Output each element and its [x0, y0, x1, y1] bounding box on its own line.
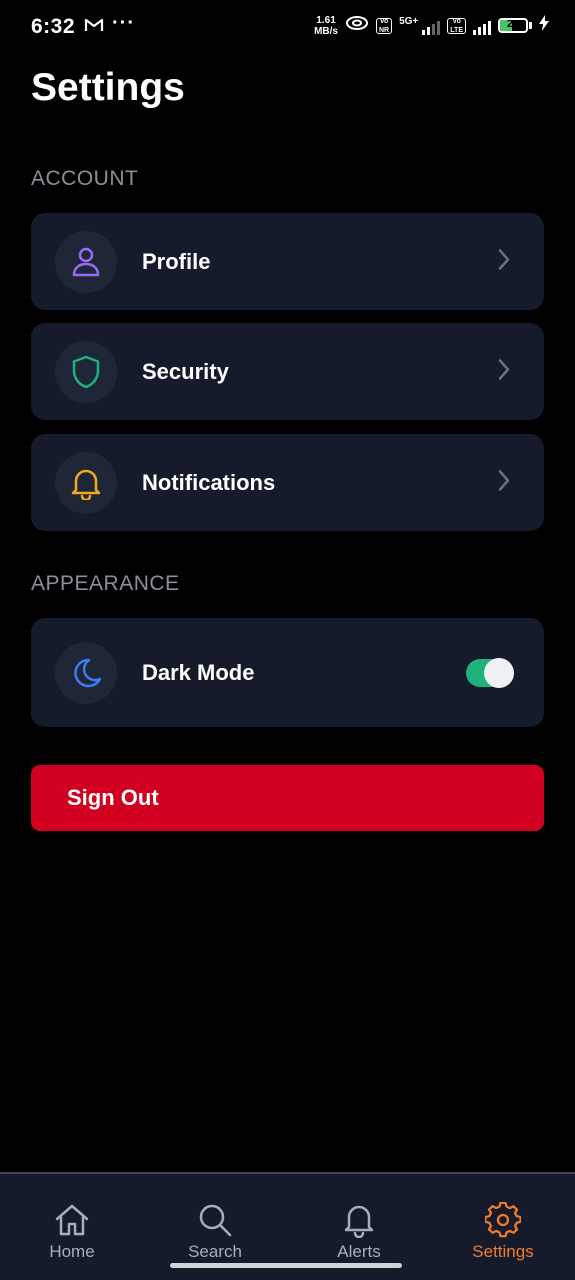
- volte-lte-badge: Vo LTE: [447, 17, 466, 34]
- moon-icon: [55, 641, 117, 704]
- signal-strength-sim2: [473, 17, 491, 35]
- nav-label: Search: [188, 1242, 242, 1261]
- person-icon: [55, 230, 117, 293]
- settings-item-dark-mode: Dark Mode: [31, 618, 544, 727]
- home-indicator[interactable]: [170, 1263, 402, 1268]
- signal-strength-sim1: 5G+: [399, 16, 441, 35]
- chevron-right-icon: [498, 248, 510, 275]
- nav-item-alerts[interactable]: Alerts: [299, 1174, 419, 1274]
- bell-icon: [344, 1205, 374, 1238]
- hotspot-icon: [345, 14, 369, 37]
- settings-item-label: Dark Mode: [142, 659, 255, 685]
- section-label-account: ACCOUNT: [31, 167, 139, 190]
- page-title: Settings: [31, 66, 185, 109]
- gear-icon: [485, 1202, 521, 1238]
- toggle-knob: [484, 657, 514, 688]
- battery-icon: 24: [498, 18, 532, 33]
- nav-label: Home: [49, 1242, 95, 1261]
- settings-item-label: Profile: [142, 248, 211, 274]
- sign-out-button[interactable]: Sign Out: [31, 765, 544, 831]
- nav-label: Alerts: [337, 1242, 381, 1261]
- settings-item-profile[interactable]: Profile: [31, 213, 544, 310]
- search-icon: [199, 1204, 232, 1237]
- status-time: 6:32: [31, 15, 76, 38]
- volte-badge: Vo NR: [375, 17, 393, 34]
- chevron-right-icon: [498, 469, 510, 496]
- home-icon: [55, 1204, 89, 1236]
- gmail-icon: [84, 17, 104, 38]
- more-notifications-icon: ···: [112, 12, 135, 34]
- settings-item-label: Notifications: [142, 469, 276, 495]
- settings-item-security[interactable]: Security: [31, 323, 544, 420]
- settings-item-label: Security: [142, 358, 229, 384]
- nav-item-home[interactable]: Home: [12, 1174, 132, 1274]
- bell-icon: [55, 451, 117, 514]
- shield-icon: [55, 340, 117, 403]
- status-bar: 6:32 ··· 1.61 MB/s Vo NR 5G+ Vo LTE 24: [0, 0, 575, 56]
- charging-icon: [539, 15, 549, 36]
- network-speed: 1.61 MB/s: [314, 14, 338, 37]
- settings-item-notifications[interactable]: Notifications: [31, 434, 544, 531]
- nav-item-settings[interactable]: Settings: [443, 1174, 563, 1274]
- chevron-right-icon: [498, 358, 510, 385]
- nav-label: Settings: [472, 1242, 534, 1261]
- dark-mode-toggle[interactable]: [466, 657, 514, 688]
- battery-level: 24: [506, 18, 520, 30]
- section-label-appearance: APPEARANCE: [31, 572, 180, 595]
- nav-item-search[interactable]: Search: [155, 1174, 275, 1274]
